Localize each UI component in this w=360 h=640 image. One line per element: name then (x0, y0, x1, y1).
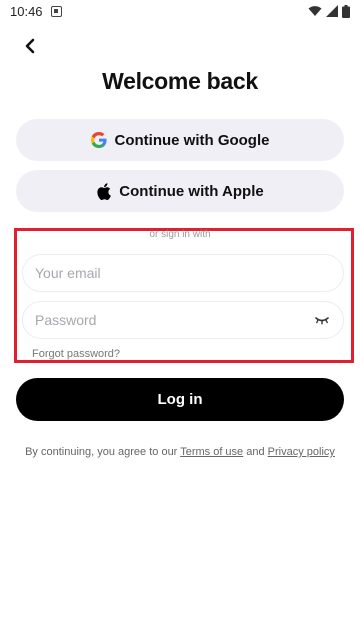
apple-button-label: Continue with Apple (119, 182, 264, 200)
privacy-policy-link[interactable]: Privacy policy (268, 446, 335, 458)
forgot-password-link[interactable]: Forgot password? (32, 348, 120, 360)
status-time: 10:46 (10, 3, 43, 19)
terms-prefix: By continuing, you agree to our (25, 446, 178, 458)
google-button-label: Continue with Google (114, 131, 270, 149)
back-button[interactable] (16, 32, 44, 60)
google-icon (90, 132, 107, 148)
login-button[interactable]: Log in (16, 378, 344, 421)
email-field[interactable] (35, 265, 331, 281)
password-field-container (22, 301, 344, 339)
password-visibility-toggle[interactable] (313, 313, 331, 327)
chevron-left-icon (25, 38, 35, 54)
terms-of-use-link[interactable]: Terms of use (180, 446, 243, 458)
divider-text: or sign in with (149, 229, 211, 240)
notification-icon (50, 5, 62, 17)
eye-closed-icon (315, 317, 329, 325)
password-field[interactable] (35, 312, 313, 328)
status-bar: 10:46 (0, 0, 360, 22)
wifi-icon (308, 6, 322, 16)
continue-with-google-button[interactable]: Continue with Google (16, 119, 344, 161)
sign-in-form-highlight (14, 228, 354, 363)
apple-icon (97, 182, 112, 200)
battery-icon (342, 4, 350, 18)
signal-icon (326, 5, 338, 17)
terms-conjunction: and (246, 446, 265, 458)
continue-with-apple-button[interactable]: Continue with Apple (16, 170, 344, 212)
terms-notice: By continuing, you agree to our Terms of… (0, 446, 360, 458)
email-field-container (22, 254, 344, 292)
page-title: Welcome back (102, 68, 258, 94)
